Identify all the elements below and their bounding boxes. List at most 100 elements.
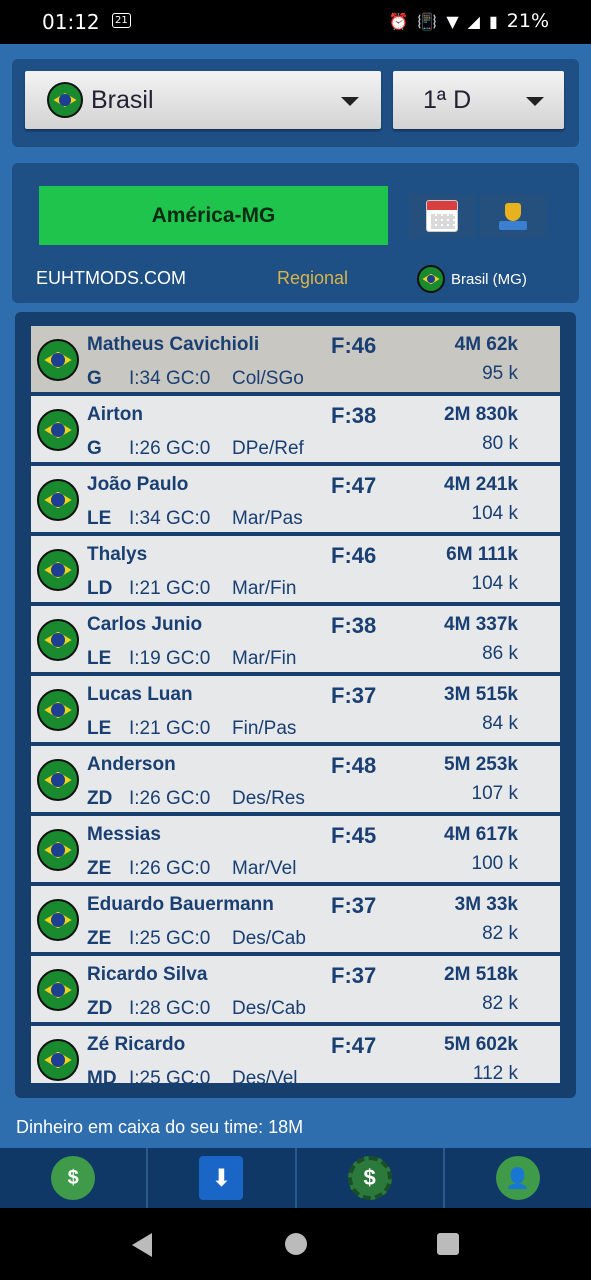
player-row[interactable]: Carlos Junio F:38 4M 337k LE I:19 GC:0 Mar/Fi… [31, 606, 560, 672]
back-icon[interactable] [132, 1233, 152, 1257]
home-icon[interactable] [285, 1233, 307, 1255]
player-force: F:37 [331, 893, 377, 918]
alarm-icon: ⏰ [388, 11, 409, 31]
player-row[interactable]: João Paulo F:47 4M 241k LE I:34 GC:0 Mar/Pas 1… [31, 466, 560, 532]
player-row[interactable]: Anderson F:48 5M 253k ZD I:26 GC:0 Des/Res 107… [31, 746, 560, 812]
player-salary: 100 k [471, 853, 518, 874]
notification-badge: 21 [112, 13, 131, 28]
player-salary: 82 k [482, 923, 518, 944]
player-salary: 95 k [482, 363, 518, 384]
site-label: EUHTMODS.COM [36, 268, 186, 288]
location-label: Brasil (MG) [451, 270, 527, 288]
player-role: Des/Cab [232, 998, 306, 1019]
coin-gear-icon: $ [347, 1156, 392, 1200]
player-position: MD [87, 1068, 117, 1083]
recents-icon[interactable] [437, 1233, 459, 1255]
player-row[interactable]: Ricardo Silva F:37 2M 518k ZD I:28 GC:0 Des/C… [31, 956, 560, 1022]
money-bag-icon: $ [51, 1156, 96, 1200]
player-row[interactable]: Lucas Luan F:37 3M 515k LE I:21 GC:0 Fin/Pas 8… [31, 676, 560, 742]
tab-sponsors[interactable]: $ [297, 1148, 445, 1208]
player-force: F:37 [331, 683, 377, 708]
player-name: Carlos Junio [87, 614, 203, 635]
player-position: LE [87, 718, 112, 739]
player-stats: I:19 GC:0 [129, 648, 211, 669]
player-rows[interactable]: Matheus Cavichioli F:46 4M 62k G I:34 GC:0 Co… [31, 326, 560, 1083]
player-value: 5M 602k [444, 1034, 518, 1055]
battery-percent: 21% [506, 10, 549, 32]
player-force: F:46 [331, 543, 377, 568]
tab-finances[interactable]: $ [0, 1148, 149, 1208]
calendar-button[interactable] [409, 194, 475, 238]
status-icons: ⏰ 📳 ▼ ◢ ▮ 21% [388, 10, 549, 32]
brazil-flag-icon [417, 265, 445, 293]
tab-manager[interactable]: 👤 [445, 1148, 591, 1208]
player-name: Zé Ricardo [87, 1034, 186, 1055]
brazil-flag-icon [37, 479, 79, 521]
player-name: Anderson [87, 754, 176, 775]
player-position: ZE [87, 928, 112, 949]
player-name: Ricardo Silva [87, 964, 208, 985]
player-role: DPe/Ref [232, 438, 304, 459]
player-name: Matheus Cavichioli [87, 334, 260, 355]
transfer-clock-icon: ⬇ [199, 1156, 244, 1200]
player-force: F:47 [331, 473, 377, 498]
player-salary: 107 k [471, 783, 518, 804]
brazil-flag-icon [37, 339, 79, 381]
league-type-label: Regional [277, 268, 349, 288]
player-name: Messias [87, 824, 161, 845]
chevron-down-icon [526, 97, 544, 106]
brazil-flag-icon [37, 969, 79, 1011]
brazil-flag-icon [37, 689, 79, 731]
player-force: F:47 [331, 1033, 377, 1058]
player-role: Des/Res [232, 788, 305, 809]
player-value: 4M 241k [444, 474, 518, 495]
status-time: 01:12 [42, 10, 100, 34]
brazil-flag-icon [37, 409, 79, 451]
brazil-flag-icon [37, 1039, 79, 1081]
player-stats: I:21 GC:0 [129, 718, 211, 739]
brazil-flag-icon [37, 899, 79, 941]
player-row[interactable]: Airton F:38 2M 830k G I:26 GC:0 DPe/Ref 80 k [31, 396, 560, 462]
player-value: 5M 253k [444, 754, 518, 775]
country-label: Brasil [91, 85, 154, 114]
team-name-button[interactable]: América-MG [39, 186, 388, 245]
player-stats: I:26 GC:0 [129, 858, 211, 879]
brazil-flag-icon [37, 549, 79, 591]
brazil-flag-icon [47, 82, 83, 118]
player-value: 2M 830k [444, 404, 518, 425]
player-force: F:48 [331, 753, 377, 778]
player-name: Lucas Luan [87, 684, 193, 705]
player-list[interactable]: Matheus Cavichioli F:46 4M 62k G I:34 GC:0 Co… [15, 312, 576, 1098]
player-stats: I:25 GC:0 [129, 1068, 211, 1083]
player-value: 3M 515k [444, 684, 518, 705]
player-role: Col/SGo [232, 368, 304, 389]
player-position: LE [87, 508, 112, 529]
tab-transfers[interactable]: ⬇ [148, 1148, 297, 1208]
player-row[interactable]: Thalys F:46 6M 111k LD I:21 GC:0 Mar/Fin 104 k [31, 536, 560, 602]
player-stats: I:25 GC:0 [129, 928, 211, 949]
trophy-button[interactable] [480, 194, 546, 238]
player-row[interactable]: Eduardo Bauermann F:37 3M 33k ZE I:25 GC:0 De… [31, 886, 560, 952]
player-position: LE [87, 648, 112, 669]
player-role: Mar/Fin [232, 648, 297, 669]
player-stats: I:26 GC:0 [129, 788, 211, 809]
player-stats: I:28 GC:0 [129, 998, 211, 1019]
division-dropdown[interactable]: 1ª D [393, 71, 564, 129]
player-role: Mar/Vel [232, 858, 297, 879]
player-salary: 84 k [482, 713, 518, 734]
player-position: ZE [87, 858, 112, 879]
player-force: F:46 [331, 333, 377, 358]
player-position: G [87, 368, 102, 389]
player-value: 4M 62k [454, 334, 518, 355]
wifi-icon: ▼ [446, 11, 459, 31]
player-row[interactable]: Zé Ricardo F:47 5M 602k MD I:25 GC:0 Des/Vel 1… [31, 1026, 560, 1083]
battery-icon: ▮ [488, 11, 498, 31]
player-stats: I:26 GC:0 [129, 438, 211, 459]
country-dropdown[interactable]: Brasil [25, 71, 381, 129]
player-row[interactable]: Matheus Cavichioli F:46 4M 62k G I:34 GC:0 Co… [31, 326, 560, 392]
player-row[interactable]: Messias F:45 4M 617k ZE I:26 GC:0 Mar/Vel 100 … [31, 816, 560, 882]
player-salary: 112 k [472, 1063, 518, 1083]
player-stats: I:34 GC:0 [129, 368, 211, 389]
brazil-flag-icon [37, 619, 79, 661]
player-position: ZD [87, 788, 113, 809]
